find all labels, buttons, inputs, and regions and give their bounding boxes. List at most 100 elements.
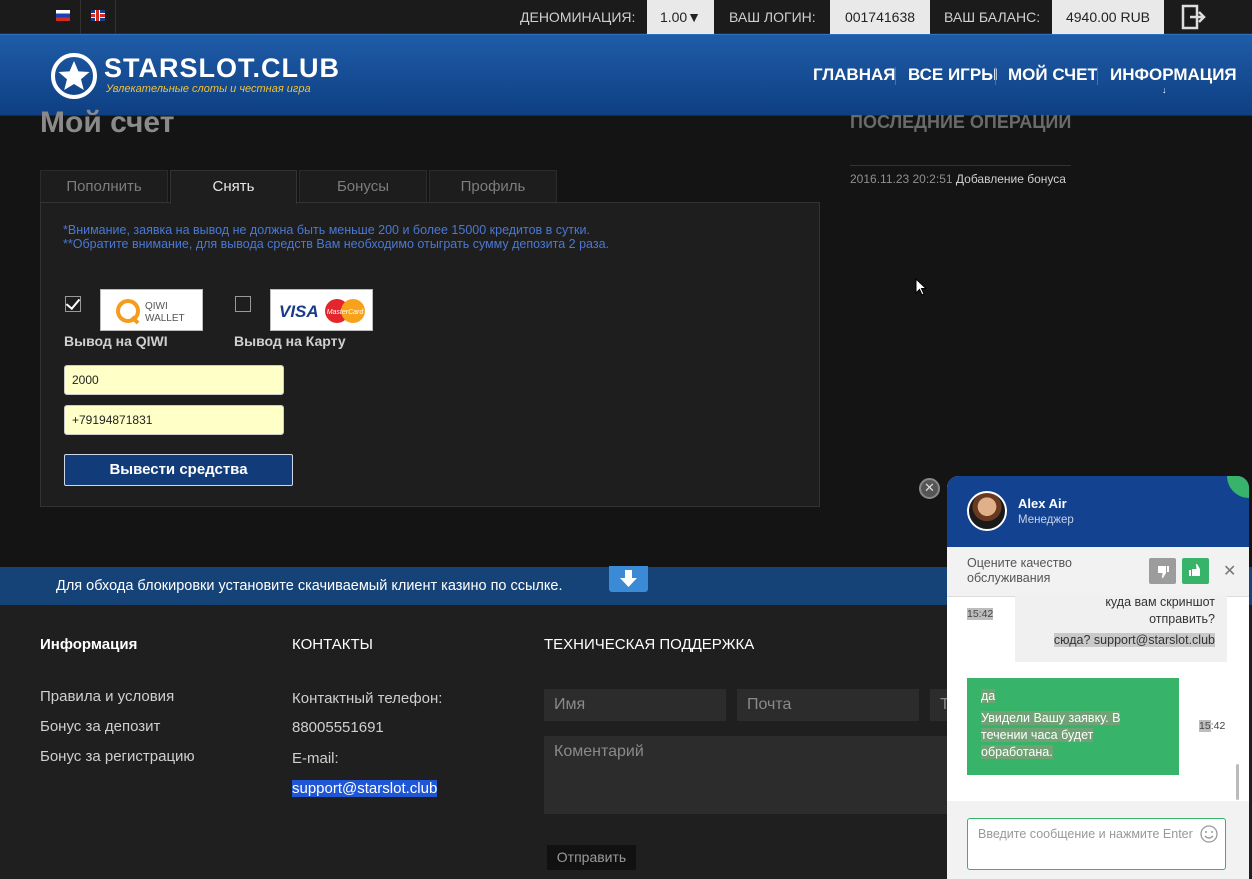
- divider: [1097, 67, 1098, 85]
- phone-input[interactable]: +79194871831: [64, 405, 284, 435]
- operation-text: Добавление бонуса: [955, 172, 1066, 186]
- recent-operations-title: ПОСЛЕДНИЕ ОПЕРАЦИИ: [850, 112, 1072, 132]
- support-name-input[interactable]: Имя: [544, 689, 726, 721]
- nav-all-games[interactable]: ВСЕ ИГРЫ: [908, 65, 998, 85]
- qiwi-logo-line2: WALLET: [145, 313, 185, 324]
- denomination-label: ДЕНОМИНАЦИЯ:: [520, 9, 636, 25]
- english-flag-icon[interactable]: [91, 10, 105, 21]
- tab-deposit[interactable]: Пополнить: [40, 170, 168, 202]
- operation-row: 2016.11.23 20:2:51 Добавление бонуса: [850, 172, 1066, 186]
- thumbs-up-button[interactable]: [1182, 558, 1209, 584]
- russian-flag-icon[interactable]: [56, 10, 70, 21]
- chat-input-area: Введите сообщение и нажмите Enter: [947, 801, 1249, 879]
- contact-email[interactable]: support@starslot.club: [292, 780, 438, 797]
- banner-text[interactable]: Для обхода блокировки установите скачива…: [56, 578, 563, 594]
- support-email-input[interactable]: Почта: [737, 689, 919, 721]
- login-value: 001741638: [830, 0, 930, 34]
- wagering-notice: **Обратите внимание, для вывода средств …: [63, 237, 610, 251]
- dropdown-arrow-icon: ↓: [1162, 85, 1167, 95]
- tab-bonuses[interactable]: Бонусы: [299, 170, 427, 202]
- page-title: Мой счет: [40, 106, 175, 139]
- user-message: да Увидели Вашу заявку. В течении часа б…: [967, 678, 1179, 775]
- live-chat-widget: Alex Air Менеджер Оцените качество обслу…: [947, 476, 1249, 879]
- email-link[interactable]: support@starslot.club: [292, 780, 438, 797]
- download-arrow-icon: [620, 570, 637, 587]
- message-line: Увидели Вашу заявку. В: [981, 711, 1121, 725]
- qiwi-checkbox[interactable]: [65, 296, 81, 312]
- terms-link[interactable]: Правила и условия: [40, 688, 174, 705]
- contact-phone: 88005551691: [292, 719, 384, 736]
- balance-value: 4940.00 RUB: [1052, 0, 1164, 34]
- operation-date: 2016.11.23 20:2:51: [850, 172, 953, 186]
- thumbs-up-icon: [1189, 564, 1200, 576]
- visa-logo-text: VISA: [279, 302, 319, 321]
- mastercard-logo-text: MasterCard: [327, 309, 365, 316]
- nav-my-account[interactable]: МОЙ СЧЕТ: [1008, 65, 1098, 85]
- chat-message-input[interactable]: Введите сообщение и нажмите Enter: [967, 818, 1226, 870]
- tab-withdraw[interactable]: Снять: [170, 170, 297, 204]
- thumbs-down-button[interactable]: [1149, 558, 1176, 584]
- footer-support-title: ТЕХНИЧЕСКАЯ ПОДДЕРЖКА: [544, 636, 755, 653]
- tab-profile[interactable]: Профиль: [429, 170, 557, 202]
- chat-close-icon[interactable]: ✕: [919, 478, 940, 499]
- agent-message: куда вам скриншот отправить? сюда? suppo…: [1015, 595, 1227, 662]
- withdraw-limit-notice: *Внимание, заявка на вывод не должна быт…: [63, 223, 590, 237]
- qiwi-logo-icon: QIWI WALLET: [116, 299, 185, 325]
- site-header: STARSLOT.CLUB Увлекательные слоты и чест…: [0, 34, 1252, 116]
- agent-avatar: [967, 491, 1007, 531]
- top-bar: ДЕНОМИНАЦИЯ: 1.00▼ ВАШ ЛОГИН: 001741638 …: [0, 0, 1252, 34]
- message-line: обработана.: [981, 745, 1053, 759]
- deposit-bonus-link[interactable]: Бонус за депозит: [40, 718, 160, 735]
- rating-bar: Оцените качество обслуживания ✕: [947, 547, 1249, 597]
- phone-label: Контактный телефон:: [292, 690, 443, 707]
- rating-prompt: Оцените качество обслуживания: [967, 556, 1072, 585]
- support-comment-input[interactable]: Коментарий: [544, 736, 964, 814]
- card-label[interactable]: Вывод на Карту: [234, 333, 346, 349]
- message-line: течении часа будет: [981, 728, 1094, 742]
- divider: [850, 165, 1071, 166]
- message-line: да: [981, 689, 996, 703]
- registration-bonus-link[interactable]: Бонус за регистрацию: [40, 748, 195, 765]
- rating-close-icon[interactable]: ✕: [1223, 561, 1236, 581]
- divider: [115, 0, 116, 34]
- star-logo-icon[interactable]: [50, 52, 98, 100]
- divider: [995, 67, 996, 85]
- chat-messages: 15:42 куда вам скриншот отправить? сюда?…: [947, 595, 1249, 801]
- withdraw-button[interactable]: Вывести средства: [64, 454, 293, 486]
- chat-input-placeholder: Введите сообщение и нажмите Enter: [978, 827, 1193, 841]
- nav-home[interactable]: ГЛАВНАЯ: [813, 65, 895, 85]
- logout-icon[interactable]: [1180, 4, 1206, 30]
- amount-input[interactable]: 2000: [64, 365, 284, 395]
- card-checkbox[interactable]: [235, 296, 251, 312]
- email-label: E-mail:: [292, 750, 339, 767]
- site-tagline: Увлекательные слоты и честная игра: [106, 83, 311, 95]
- footer-contacts-title: КОНТАКТЫ: [292, 636, 373, 653]
- mouse-cursor-icon: [915, 278, 927, 296]
- message-time: 15:42: [967, 608, 994, 620]
- emoji-icon[interactable]: [1200, 825, 1218, 843]
- qiwi-wallet-logo[interactable]: QIWI WALLET: [100, 289, 203, 331]
- divider: [895, 67, 896, 85]
- message-time: 15:42: [1199, 720, 1226, 732]
- thumbs-down-icon: [1158, 566, 1169, 578]
- message-line: отправить?: [1149, 612, 1215, 626]
- message-line: куда вам скриншот: [1105, 595, 1215, 609]
- denomination-select[interactable]: 1.00▼: [647, 0, 714, 34]
- nav-information[interactable]: ИНФОРМАЦИЯ: [1110, 65, 1237, 85]
- card-logo-icon: VISA MasterCard: [279, 299, 365, 323]
- status-indicator: [1227, 476, 1249, 498]
- agent-role: Менеджер: [1018, 514, 1074, 526]
- qiwi-label[interactable]: Вывод на QIWI: [64, 333, 168, 349]
- chat-scrollbar[interactable]: [1236, 764, 1239, 800]
- chat-header: Alex Air Менеджер: [947, 476, 1249, 547]
- qiwi-logo-line1: QIWI: [145, 301, 168, 312]
- login-label: ВАШ ЛОГИН:: [729, 9, 816, 25]
- site-logo[interactable]: STARSLOT.CLUB: [104, 53, 340, 84]
- message-line: сюда? support@starslot.club: [1053, 633, 1215, 647]
- agent-name: Alex Air: [1018, 496, 1067, 511]
- download-button[interactable]: [609, 566, 648, 592]
- withdraw-panel: *Внимание, заявка на вывод не должна быт…: [40, 202, 820, 507]
- support-send-button[interactable]: Отправить: [547, 845, 636, 870]
- visa-mastercard-logo[interactable]: VISA MasterCard: [270, 289, 373, 331]
- divider: [80, 0, 81, 34]
